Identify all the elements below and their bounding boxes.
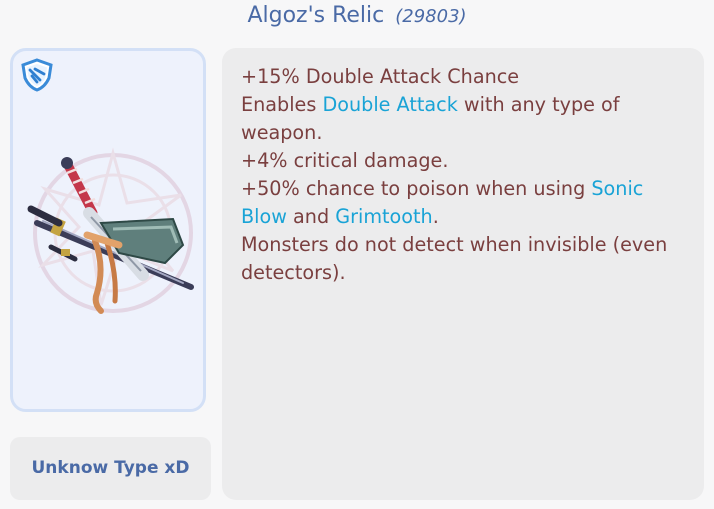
item-type-label: Unknow Type xD	[10, 437, 211, 500]
description-text: Enables	[241, 93, 323, 116]
description-text: .	[432, 205, 439, 228]
relic-weapons-icon	[27, 147, 194, 314]
skill-link-grimtooth[interactable]: Grimtooth	[335, 205, 432, 228]
item-description: +15% Double Attack Chance Enables Double…	[222, 48, 704, 500]
description-text: +50% chance to poison when using	[241, 177, 592, 200]
item-image-card	[10, 48, 206, 412]
skill-link-double-attack[interactable]: Double Attack	[322, 93, 457, 116]
item-name: Algoz's Relic	[247, 3, 385, 28]
shield-icon	[21, 58, 53, 92]
description-line: +4% critical damage.	[241, 149, 449, 172]
description-line: +50% chance to poison when using Sonic B…	[241, 175, 690, 231]
description-line: Monsters do not detect when invisible (e…	[241, 233, 668, 284]
item-id: (29803)	[395, 6, 467, 27]
description-line: +15% Double Attack Chance	[241, 65, 520, 88]
description-line: Enables Double Attack with any type of w…	[241, 91, 690, 147]
description-text: and	[286, 205, 336, 228]
item-title: Algoz's Relic (29803)	[0, 0, 714, 34]
